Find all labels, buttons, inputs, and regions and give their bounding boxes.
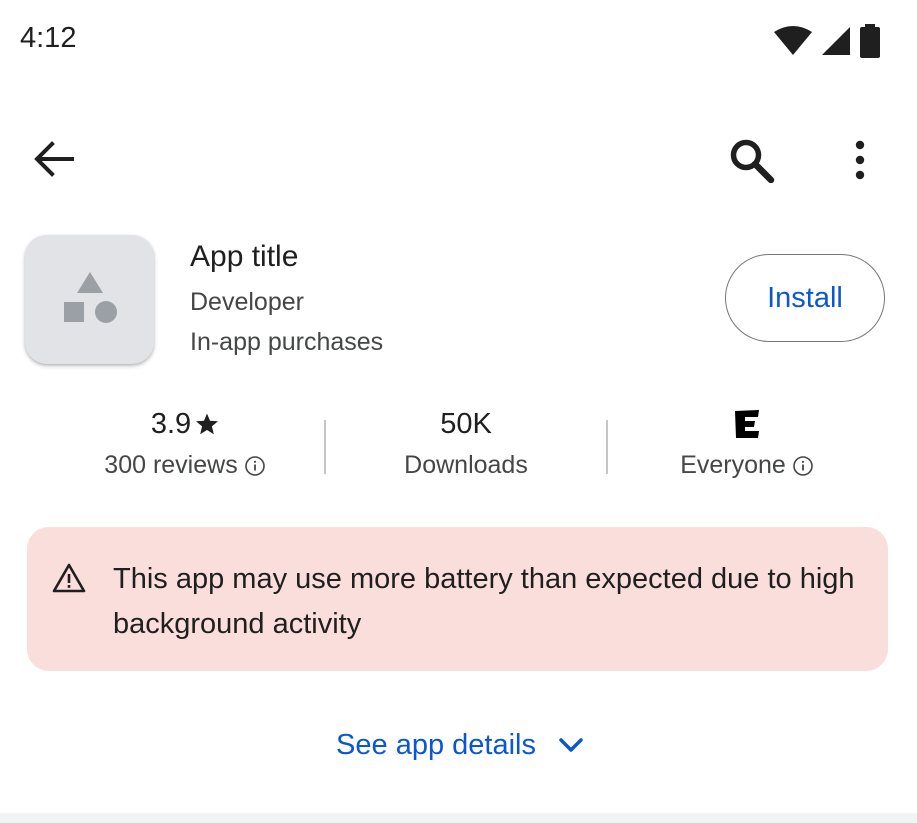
in-app-purchases-label: In-app purchases bbox=[190, 328, 384, 356]
content-rating-label: Everyone bbox=[680, 451, 786, 479]
info-icon bbox=[244, 455, 265, 476]
star-icon bbox=[196, 413, 219, 435]
app-title: App title bbox=[190, 240, 299, 273]
see-app-details-button[interactable]: See app details bbox=[300, 720, 620, 770]
app-icon bbox=[25, 235, 154, 364]
battery-warning-text: This app may use more battery than expec… bbox=[113, 563, 855, 640]
back-button[interactable] bbox=[28, 136, 80, 182]
bottom-divider bbox=[0, 813, 917, 823]
warning-triangle-icon bbox=[52, 563, 86, 593]
more-options-button[interactable] bbox=[838, 134, 882, 186]
downloads-stat: 50K Downloads bbox=[356, 405, 576, 480]
content-rating-value-row bbox=[632, 405, 862, 443]
cellular-signal-icon bbox=[822, 27, 850, 55]
stat-divider bbox=[324, 420, 326, 474]
downloads-label: Downloads bbox=[404, 451, 528, 479]
reviews-row: 300 reviews bbox=[70, 451, 300, 480]
chevron-down-icon bbox=[559, 738, 583, 752]
stat-divider bbox=[606, 420, 608, 474]
back-arrow-icon bbox=[34, 141, 74, 177]
status-time: 4:12 bbox=[20, 22, 77, 54]
esrb-everyone-icon bbox=[735, 410, 759, 438]
search-icon bbox=[730, 139, 775, 183]
shapes-placeholder-icon bbox=[63, 271, 117, 323]
wifi-icon bbox=[774, 26, 812, 55]
rating-stat[interactable]: 3.9 300 reviews bbox=[70, 405, 300, 480]
content-rating-stat[interactable]: Everyone bbox=[632, 405, 862, 480]
downloads-value: 50K bbox=[440, 407, 492, 440]
status-icons bbox=[773, 23, 881, 59]
search-button[interactable] bbox=[724, 134, 780, 186]
battery-icon bbox=[860, 24, 880, 58]
see-app-details-label: See app details bbox=[336, 728, 536, 761]
rating-value: 3.9 bbox=[150, 407, 192, 440]
reviews-label: 300 reviews bbox=[104, 451, 238, 479]
more-vertical-icon bbox=[855, 140, 865, 180]
battery-warning-banner: This app may use more battery than expec… bbox=[27, 527, 888, 671]
info-icon bbox=[793, 455, 813, 476]
developer-link[interactable]: Developer bbox=[190, 288, 304, 317]
install-button[interactable]: Install bbox=[725, 254, 885, 342]
rating-value-row: 3.9 bbox=[70, 405, 300, 443]
content-rating-row: Everyone bbox=[632, 451, 862, 480]
